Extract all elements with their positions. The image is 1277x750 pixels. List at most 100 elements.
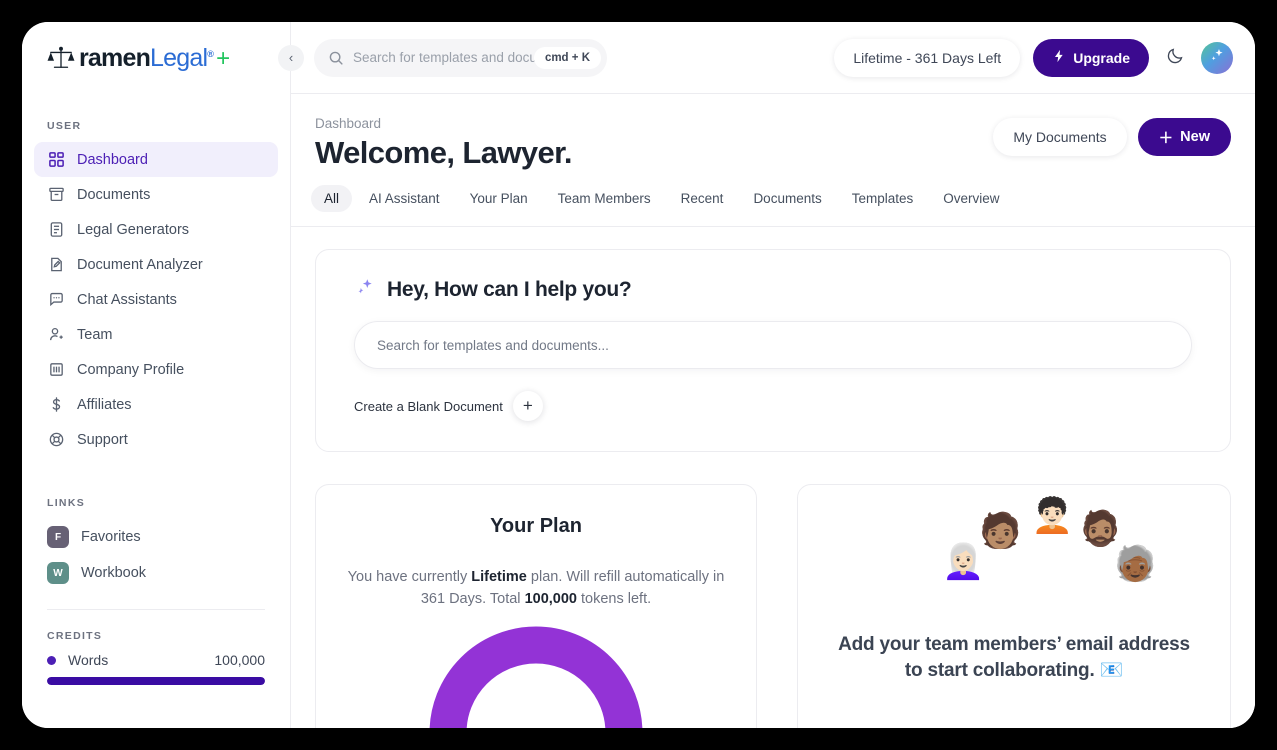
sidebar-item-dashboard[interactable]: Dashboard (34, 142, 278, 177)
your-plan-title: Your Plan (490, 515, 582, 537)
sidebar-item-document-analyzer[interactable]: Document Analyzer (34, 247, 278, 282)
ai-assistant-card: Hey, How can I help you? Search for temp… (315, 249, 1231, 452)
sidebar-divider (47, 609, 265, 610)
sidebar-item-label: Affiliates (77, 396, 132, 413)
sidebar-item-label: Chat Assistants (77, 291, 177, 308)
tab-your-plan[interactable]: Your Plan (457, 185, 541, 212)
sidebar-item-label: Team (77, 326, 113, 343)
sidebar-section-user-label: USER (47, 120, 82, 132)
tab-team-members[interactable]: Team Members (545, 185, 664, 212)
avatar: 🧔🏽 (1079, 510, 1122, 548)
new-document-button[interactable]: ＋ New (1137, 118, 1231, 156)
team-card-text: Add your team members’ email address to … (824, 632, 1204, 683)
chevron-left-icon: ‹ (288, 50, 294, 65)
sidebar-item-label: Document Analyzer (77, 256, 203, 273)
topbar: ‹ Search for templates and documents... … (278, 22, 1255, 94)
user-avatar[interactable] (1201, 41, 1233, 74)
team-card-line1: Add your team members’ email address (838, 634, 1190, 655)
credits-progress-bar (47, 677, 265, 685)
global-search-input[interactable]: Search for templates and documents... cm… (314, 38, 607, 77)
topbar-actions: Lifetime - 361 Days Left Upgrade (834, 38, 1233, 77)
lightning-bolt-icon (1052, 49, 1066, 66)
plan-status-badge[interactable]: Lifetime - 361 Days Left (834, 38, 1021, 77)
create-blank-document-button[interactable]: + (512, 391, 543, 421)
document-pencil-icon (47, 256, 65, 274)
tab-recent[interactable]: Recent (668, 185, 737, 212)
credits-dot-icon (47, 655, 56, 665)
sidebar-section-credits-label: CREDITS (47, 630, 103, 642)
credits-section: Words 100,000 (22, 652, 290, 685)
plan-desc-part3: tokens left. (576, 591, 652, 608)
ai-card-title: Hey, How can I help you? (387, 277, 632, 301)
upgrade-button[interactable]: Upgrade (1033, 38, 1149, 77)
tab-templates[interactable]: Templates (839, 185, 927, 212)
tab-ai-assistant[interactable]: AI Assistant (356, 185, 453, 212)
tab-documents[interactable]: Documents (740, 185, 834, 212)
avatar: 🧑🏽 (979, 512, 1022, 550)
sidebar-item-affiliates[interactable]: Affiliates (34, 387, 278, 422)
avatar: 👩🏻‍🦳 (942, 543, 985, 581)
registered-mark: ® (207, 48, 214, 59)
search-icon (328, 50, 344, 66)
device-bezel: ramen Legal ® + USER Dashboard Documents… (0, 0, 1277, 750)
dollar-sign-icon (47, 396, 65, 414)
app-logo[interactable]: ramen Legal ® + (22, 22, 290, 94)
app-viewport: ramen Legal ® + USER Dashboard Documents… (22, 22, 1255, 728)
avatar: 🧑🏻‍🦱 (1031, 497, 1074, 535)
plan-desc-plan-name: Lifetime (471, 569, 527, 585)
your-plan-card: Your Plan You have currently Lifetime pl… (315, 484, 757, 728)
sidebar-link-workbook[interactable]: W Workbook (34, 555, 278, 591)
ai-search-placeholder: Search for templates and documents... (377, 337, 609, 353)
sidebar-item-company-profile[interactable]: Company Profile (34, 352, 278, 387)
sidebar-item-legal-generators[interactable]: Legal Generators (34, 212, 278, 247)
sidebar: ramen Legal ® + USER Dashboard Documents… (22, 22, 291, 728)
scales-of-justice-icon (46, 45, 76, 71)
sidebar-item-label: Support (77, 431, 128, 448)
sidebar-link-label: Favorites (81, 529, 141, 545)
sparkle-avatar-icon (1208, 46, 1226, 69)
content-area: Dashboard Welcome, Lawyer. My Documents … (291, 94, 1255, 728)
sidebar-nav: Dashboard Documents Legal Generators Doc… (22, 142, 290, 457)
favorites-badge-icon: F (47, 526, 69, 548)
chat-bubble-icon (47, 291, 65, 309)
theme-toggle-button[interactable] (1162, 45, 1188, 71)
your-plan-description: You have currently Lifetime plan. Will r… (342, 566, 730, 611)
sidebar-item-chat-assistants[interactable]: Chat Assistants (34, 282, 278, 317)
sidebar-collapse-button[interactable]: ‹ (278, 44, 304, 71)
tab-bar: All AI Assistant Your Plan Team Members Rece… (291, 171, 1255, 227)
main-area: ‹ Search for templates and documents... … (278, 22, 1255, 728)
sidebar-item-support[interactable]: Support (34, 422, 278, 457)
dashboard-scroll-area: Hey, How can I help you? Search for temp… (291, 227, 1255, 728)
create-blank-document-row[interactable]: Create a Blank Document + (354, 391, 1192, 421)
my-documents-button[interactable]: My Documents (993, 118, 1127, 156)
ai-search-input[interactable]: Search for templates and documents... (354, 321, 1192, 369)
plan-desc-tokens: 100,000 (524, 591, 577, 608)
archive-box-icon (47, 186, 65, 204)
sidebar-link-favorites[interactable]: F Favorites (34, 519, 278, 555)
credits-row: Words 100,000 (47, 652, 265, 668)
plan-desc-part1: You have currently (347, 569, 472, 585)
sidebar-section-links-label: LINKS (47, 497, 85, 509)
life-ring-icon (47, 431, 65, 449)
user-plus-icon (47, 326, 65, 344)
dashboard-cards-row: Your Plan You have currently Lifetime pl… (315, 484, 1231, 728)
logo-plus-icon: + (216, 44, 230, 72)
sidebar-item-label: Dashboard (77, 151, 148, 168)
sidebar-item-label: Documents (77, 186, 151, 203)
sidebar-item-documents[interactable]: Documents (34, 177, 278, 212)
plus-icon: ＋ (1158, 130, 1174, 147)
credits-progress-fill (47, 677, 265, 685)
page-header-actions: My Documents ＋ New (993, 118, 1231, 156)
plan-usage-donut-chart (423, 620, 649, 728)
tab-all[interactable]: All (311, 185, 353, 212)
upgrade-button-label: Upgrade (1073, 49, 1130, 66)
search-shortcut-badge: cmd + K (533, 46, 601, 69)
ai-card-header: Hey, How can I help you? (354, 276, 1192, 303)
page-header: Dashboard Welcome, Lawyer. My Documents … (291, 94, 1255, 171)
tab-overview[interactable]: Overview (930, 185, 1012, 212)
workbook-badge-icon: W (47, 562, 69, 584)
logo-legal-text: Legal (150, 43, 208, 72)
sidebar-item-team[interactable]: Team (34, 317, 278, 352)
sidebar-item-label: Company Profile (77, 361, 185, 378)
team-members-card: 👩🏻‍🦳 🧑🏽 🧑🏻‍🦱 🧔🏽 🧓🏾 Add your team members… (797, 484, 1231, 728)
